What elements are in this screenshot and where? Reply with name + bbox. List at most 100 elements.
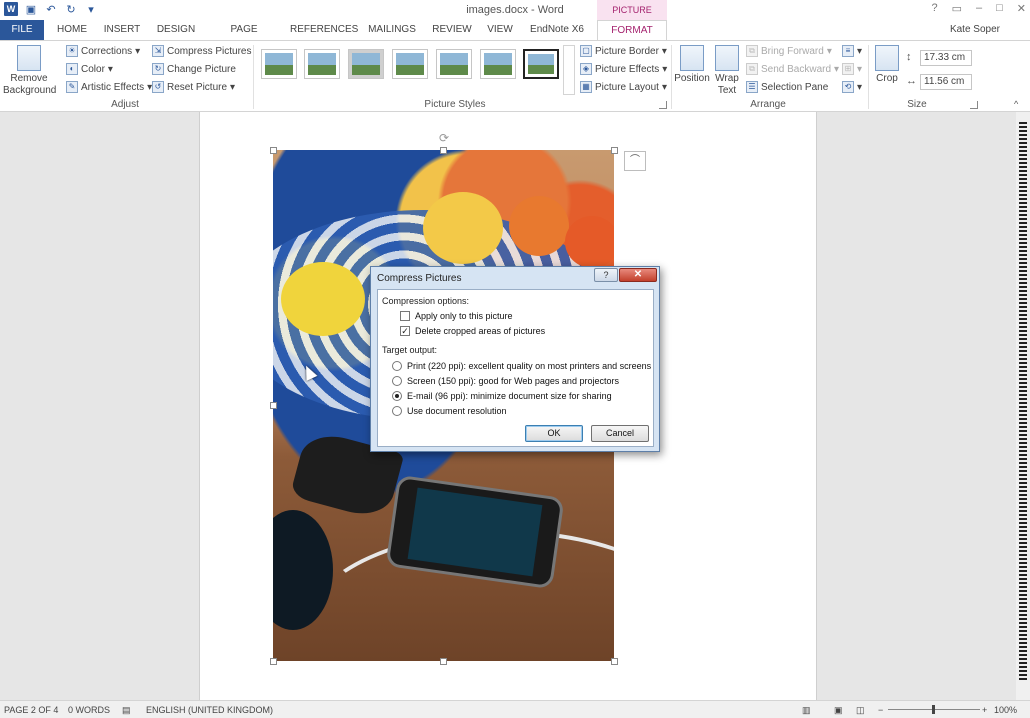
dropdown-arrow-icon: ▾ [230, 81, 236, 93]
dropdown-arrow-icon: ▾ [661, 81, 667, 93]
tab-endnote[interactable]: EndNote X6 [528, 20, 586, 40]
wrap-text-button[interactable]: Wrap Text [712, 45, 742, 97]
apply-only-checkbox[interactable] [400, 311, 410, 321]
tab-format[interactable]: FORMAT [597, 20, 667, 41]
rotate-handle-icon[interactable]: ⟳ [439, 131, 449, 145]
corrections-button[interactable]: ☀ Corrections ▾ [66, 45, 140, 57]
change-picture-button[interactable]: ↻ Change Picture [152, 63, 236, 75]
tab-design[interactable]: DESIGN [154, 20, 198, 40]
picture-style-thumb[interactable] [392, 49, 428, 79]
align-button[interactable]: ≡ ▾ [842, 45, 862, 57]
tab-review[interactable]: REVIEW [430, 20, 474, 40]
tab-file[interactable]: FILE [0, 20, 44, 40]
position-button[interactable]: Position [674, 45, 710, 85]
delete-cropped-checkbox-row[interactable]: ✓ Delete cropped areas of pictures [400, 326, 545, 336]
page-count[interactable]: PAGE 2 OF 4 [4, 705, 58, 715]
picture-style-thumb-selected[interactable] [523, 49, 559, 79]
dropdown-arrow-icon: ▾ [107, 63, 113, 75]
word-count[interactable]: 0 WORDS [68, 705, 110, 715]
resize-handle[interactable] [270, 658, 277, 665]
layout-options-icon[interactable]: ⌒ [624, 151, 646, 171]
undo-icon[interactable]: ↶ [44, 2, 58, 16]
resize-handle[interactable] [440, 658, 447, 665]
send-backward-button[interactable]: ⧉ Send Backward ▾ [746, 63, 839, 75]
maximize-icon[interactable]: □ [996, 2, 1003, 15]
read-mode-icon[interactable]: ▥ [802, 705, 811, 716]
width-field[interactable]: 11.56 cm [920, 74, 972, 90]
cancel-button[interactable]: Cancel [591, 425, 649, 442]
word-app-icon[interactable]: W [4, 2, 18, 16]
resize-handle[interactable] [270, 402, 277, 409]
radio-button[interactable] [392, 406, 402, 416]
picture-style-thumb[interactable] [261, 49, 297, 79]
selection-pane-button[interactable]: ☰ Selection Pane [746, 81, 828, 93]
picture-effects-button[interactable]: ◈ Picture Effects ▾ [580, 63, 667, 75]
resize-handle[interactable] [440, 147, 447, 154]
tab-insert[interactable]: INSERT [102, 20, 142, 40]
picture-layout-button[interactable]: ▦ Picture Layout ▾ [580, 81, 667, 93]
picture-style-thumb[interactable] [436, 49, 472, 79]
resize-handle[interactable] [611, 147, 618, 154]
resize-handle[interactable] [270, 147, 277, 154]
web-layout-icon[interactable]: ◫ [856, 705, 865, 716]
radio-button[interactable] [392, 376, 402, 386]
vertical-scrollbar[interactable] [1016, 112, 1030, 700]
dialog-help-button[interactable]: ? [594, 268, 618, 282]
print-layout-icon[interactable]: ▣ [834, 705, 843, 716]
color-button[interactable]: ◐ Color ▾ [66, 63, 113, 75]
scrollbar-thumb[interactable] [1019, 122, 1027, 682]
dropdown-arrow-icon: ▾ [661, 45, 667, 57]
tab-references[interactable]: REFERENCES [290, 20, 358, 40]
compress-pictures-button[interactable]: ⇲ Compress Pictures [152, 45, 251, 57]
redo-icon[interactable]: ↻ [64, 2, 78, 16]
zoom-slider-thumb[interactable] [932, 705, 935, 714]
group-icon: ⊞ [842, 63, 854, 75]
size-launcher-icon[interactable] [970, 101, 978, 109]
help-icon[interactable]: ? [931, 2, 937, 15]
height-field[interactable]: 17.33 cm [920, 50, 972, 66]
gallery-scroll[interactable] [563, 45, 575, 95]
language[interactable]: ENGLISH (UNITED KINGDOM) [146, 705, 273, 715]
ribbon: Remove Background ☀ Corrections ▾ ◐ Color ▾ … [0, 40, 1030, 112]
resize-handle[interactable] [611, 658, 618, 665]
ok-button[interactable]: OK [525, 425, 583, 442]
crop-button[interactable]: Crop [873, 45, 901, 85]
group-button[interactable]: ⊞ ▾ [842, 63, 862, 75]
crop-label: Crop [876, 73, 898, 84]
tab-page-layout[interactable]: PAGE LAYOUT [210, 20, 278, 55]
delete-cropped-checkbox[interactable]: ✓ [400, 326, 410, 336]
apply-only-checkbox-row[interactable]: Apply only to this picture [400, 311, 513, 321]
picture-styles-launcher-icon[interactable] [659, 101, 667, 109]
tab-mailings[interactable]: MAILINGS [366, 20, 418, 40]
zoom-level[interactable]: 100% [994, 705, 1017, 715]
radio-button[interactable] [392, 361, 402, 371]
target-option-email[interactable]: E-mail (96 ppi): minimize document size … [392, 391, 612, 401]
ribbon-display-icon[interactable]: ▭ [952, 2, 962, 15]
zoom-in-button[interactable]: + [982, 705, 987, 715]
collapse-ribbon-icon[interactable]: ^ [1014, 99, 1018, 109]
picture-style-thumb[interactable] [348, 49, 384, 79]
close-icon[interactable]: ✕ [1017, 2, 1026, 15]
rotate-button[interactable]: ⟲ ▾ [842, 81, 862, 93]
dialog-title: Compress Pictures [377, 273, 462, 284]
bring-forward-button[interactable]: ⧉ Bring Forward ▾ [746, 45, 832, 57]
picture-style-thumb[interactable] [480, 49, 516, 79]
tab-home[interactable]: HOME [54, 20, 90, 40]
user-account[interactable]: Kate Soper [950, 24, 1000, 35]
target-option-print[interactable]: Print (220 ppi): excellent quality on mo… [392, 361, 651, 371]
picture-style-thumb[interactable] [304, 49, 340, 79]
target-option-screen[interactable]: Screen (150 ppi): good for Web pages and… [392, 376, 619, 386]
customize-qat-icon[interactable]: ▾ [84, 2, 98, 16]
tab-view[interactable]: VIEW [484, 20, 516, 40]
zoom-out-button[interactable]: − [878, 705, 883, 715]
proofing-icon[interactable]: ▤ [122, 705, 131, 716]
artistic-effects-button[interactable]: ✎ Artistic Effects ▾ [66, 81, 152, 93]
dialog-close-button[interactable]: ✕ [619, 268, 657, 282]
minimize-icon[interactable]: – [976, 2, 982, 15]
save-icon[interactable]: ▣ [24, 2, 38, 16]
picture-border-button[interactable]: ▢ Picture Border ▾ [580, 45, 667, 57]
reset-picture-button[interactable]: ↺ Reset Picture ▾ [152, 81, 235, 93]
remove-background-button[interactable]: Remove Background [3, 45, 56, 97]
target-option-document[interactable]: Use document resolution [392, 406, 507, 416]
radio-button[interactable] [392, 391, 402, 401]
